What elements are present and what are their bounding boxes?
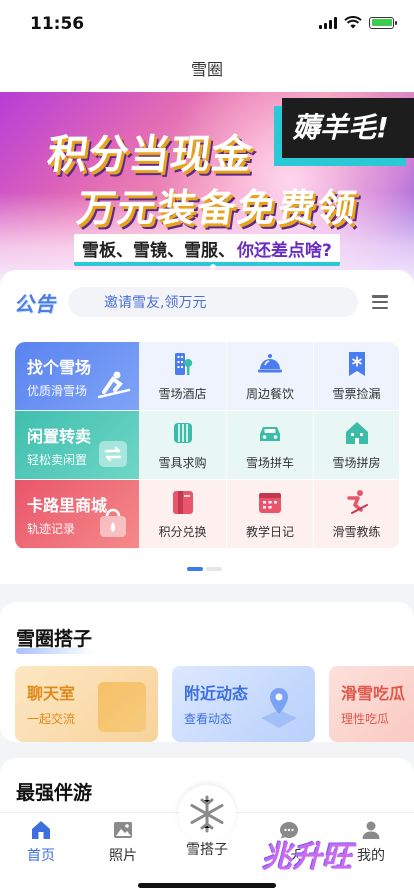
hotel-icon <box>174 353 192 375</box>
grid-item-teaching-diary[interactable]: 教学日记 <box>226 480 313 549</box>
banner-strip-items: 雪板、雪镜、雪服、 <box>82 240 235 261</box>
tab-photos[interactable]: 照片 <box>88 819 158 865</box>
calorie-mall-button[interactable]: 卡路里商城 轨迹记录 <box>15 480 139 549</box>
grid-item-points-exchange[interactable]: 积分兑换 <box>139 480 226 549</box>
nav-bar: 雪圈 <box>0 48 414 92</box>
banner-strip-highlight: 你还差点啥? <box>237 240 332 261</box>
tile-subtitle: 理性吃瓜 <box>341 712 390 726</box>
grid-item-label: 雪场拼房 <box>332 456 381 470</box>
grid-item-label: 雪具求购 <box>158 456 207 470</box>
wifi-icon <box>344 16 362 29</box>
status-icons <box>319 16 397 29</box>
notice-search-box[interactable]: 邀请雪友,领万元 <box>68 287 358 317</box>
pager-dot[interactable] <box>206 567 222 571</box>
shopping-bag-icon <box>100 508 126 537</box>
promo-banner[interactable]: 积分当现金 万元装备免费领 薅羊毛! 雪板、雪镜、雪服、 你还差点啥? <box>0 92 414 282</box>
grid-pager <box>187 567 222 571</box>
home-indicator <box>138 883 276 888</box>
pager-dot-active[interactable] <box>187 567 203 571</box>
grid-item-room-share[interactable]: 雪场拼房 <box>313 411 399 480</box>
snowflake-icon <box>190 795 224 833</box>
banner-headline-1: 积分当现金 <box>44 132 256 178</box>
status-time: 11:56 <box>30 14 85 34</box>
watermark-logo: 兆升旺 <box>262 840 352 875</box>
tab-label: 雪搭子 <box>186 842 228 858</box>
tab-home[interactable]: 首页 <box>6 819 76 865</box>
ticket-icon <box>348 352 365 376</box>
tab-snow-partner[interactable]: 雪搭子 <box>172 839 242 859</box>
grid-item-ski-coach[interactable]: 滑雪教练 <box>313 480 399 549</box>
banner-strip: 雪板、雪镜、雪服、 你还差点啥? <box>74 234 340 266</box>
tab-label: 我的 <box>357 848 385 864</box>
tile-title: 滑雪吃瓜 <box>341 684 406 703</box>
battery-icon <box>369 16 397 29</box>
photo-icon <box>114 822 132 838</box>
section-title: 最强伴游 <box>16 782 93 804</box>
center-snow-button[interactable] <box>178 785 236 843</box>
grid-item-label: 积分兑换 <box>158 525 207 539</box>
grid-item-gear-wanted[interactable]: 雪具求购 <box>139 411 226 480</box>
feature-grid: 找个雪场 优质滑雪场 雪场酒店 周边餐饮 雪票捡漏 闲置转卖 轻松卖闲置 雪具求… <box>15 342 399 549</box>
grid-item-label: 教学日记 <box>245 525 294 539</box>
partner-tiles: 聊天室 一起交流 附近动态 查看动态 滑雪吃瓜 理性吃瓜 <box>15 666 414 742</box>
car-icon <box>260 427 280 441</box>
ski-gossip-tile[interactable]: 滑雪吃瓜 理性吃瓜 <box>329 666 414 742</box>
home-icon <box>32 821 50 839</box>
grid-item-carpool[interactable]: 雪场拼车 <box>226 411 313 480</box>
notice-bar: 公告 邀请雪友,领万元 <box>14 284 400 320</box>
tab-label: 照片 <box>109 848 137 864</box>
exchange-bag-icon <box>99 441 127 467</box>
grid-item-ski-hotel[interactable]: 雪场酒店 <box>139 342 226 411</box>
grid-item-label: 周边餐饮 <box>245 387 294 401</box>
app-screen: 11:56 雪圈 积分当现金 万元装备免费领 薅羊毛! 雪板、雪镜、雪服、 你还… <box>0 0 414 896</box>
snow-partner-section: 雪圈搭子 聊天室 一起交流 附近动态 查看动态 滑雪吃瓜 理性吃瓜 <box>0 602 414 742</box>
skier-icon <box>346 490 368 514</box>
find-ski-resort-button[interactable]: 找个雪场 优质滑雪场 <box>15 342 139 411</box>
grid-item-nearby-food[interactable]: 周边餐饮 <box>226 342 313 411</box>
shopping-bag-icon <box>98 682 146 732</box>
nearby-feed-tile[interactable]: 附近动态 查看动态 <box>172 666 315 742</box>
skier-slope-icon <box>97 371 131 399</box>
grid-item-label: 雪场拼车 <box>245 456 294 470</box>
gift-book-icon <box>172 491 193 514</box>
user-icon <box>362 821 380 839</box>
grid-item-label: 雪票捡漏 <box>332 387 381 401</box>
banner-tag: 薅羊毛! <box>282 98 414 158</box>
ski-gear-icon <box>173 423 192 443</box>
house-icon <box>345 422 368 444</box>
second-hand-sale-button[interactable]: 闲置转卖 轻松卖闲置 <box>15 411 139 480</box>
calendar-icon <box>259 493 281 513</box>
page-title: 雪圈 <box>190 60 223 79</box>
chat-room-tile[interactable]: 聊天室 一起交流 <box>15 666 158 742</box>
status-bar: 11:56 <box>0 0 414 48</box>
notice-label: 公告 <box>14 291 56 316</box>
map-pin-icon <box>261 688 297 728</box>
grid-item-ticket-deals[interactable]: 雪票捡漏 <box>313 342 399 411</box>
notice-search-text: 邀请雪友,领万元 <box>104 295 207 311</box>
menu-icon[interactable] <box>372 295 388 309</box>
banner-headline-2: 万元装备免费领 <box>74 186 361 230</box>
tab-label: 首页 <box>27 848 55 864</box>
food-cloche-icon <box>258 354 282 373</box>
feature-card: 公告 邀请雪友,领万元 找个雪场 优质滑雪场 雪场酒店 周边餐饮 雪票捡漏 闲置… <box>0 270 414 584</box>
section-title: 雪圈搭子 <box>16 624 95 654</box>
grid-item-label: 雪场酒店 <box>158 387 207 401</box>
grid-item-label: 滑雪教练 <box>332 525 381 539</box>
cellular-signal-icon <box>319 16 337 29</box>
